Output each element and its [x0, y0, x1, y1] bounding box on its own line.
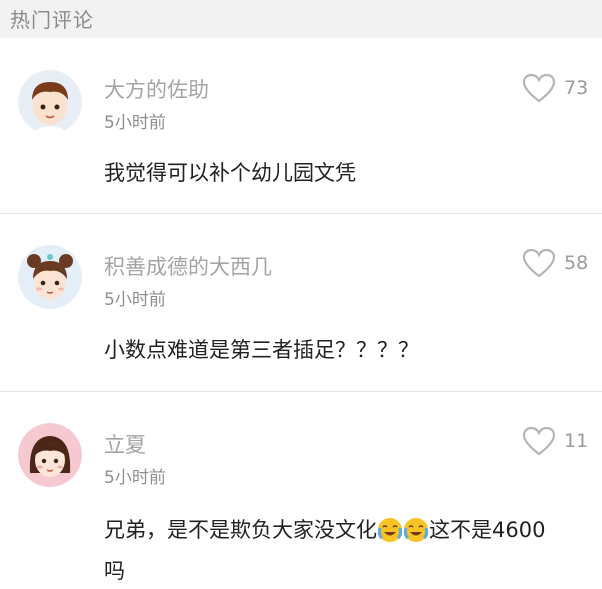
like-button[interactable]: 11 — [522, 423, 588, 459]
comment-item: 大方的佐助 5小时前 我觉得可以补个幼儿园文凭 73 — [0, 38, 602, 214]
crying-laughing-icon — [377, 517, 403, 554]
timestamp: 5小时前 — [104, 290, 166, 310]
crying-laughing-icon — [403, 517, 429, 554]
comment-text-part: 吗 — [104, 559, 125, 583]
like-count: 11 — [564, 430, 589, 452]
like-count: 73 — [564, 77, 589, 99]
comment-item: 积善成德的大西几 5小时前 小数点难道是第三者插足？？？？ 58 — [0, 213, 602, 392]
section-header: 热门评论 — [0, 0, 602, 38]
heart-icon — [522, 73, 556, 103]
comment-text-part: 兄弟，是不是欺负大家没文化 — [104, 518, 377, 542]
heart-icon — [522, 248, 556, 278]
like-button[interactable]: 73 — [522, 70, 588, 106]
comment-text: 兄弟，是不是欺负大家没文化 这不是4600 吗 — [104, 513, 590, 589]
comment-text-part: 这不是4600 — [429, 518, 546, 542]
avatar[interactable] — [18, 70, 82, 134]
timestamp: 5小时前 — [104, 113, 166, 133]
heart-icon — [522, 426, 556, 456]
avatar[interactable] — [18, 245, 82, 309]
comment-text: 小数点难道是第三者插足？？？？ — [104, 338, 419, 362]
avatar[interactable] — [18, 423, 82, 487]
comment-text: 我觉得可以补个幼儿园文凭 — [104, 161, 356, 185]
username[interactable]: 大方的佐助 — [104, 74, 209, 104]
username[interactable]: 积善成德的大西几 — [104, 251, 272, 281]
comment-item: 立夏 5小时前 兄弟，是不是欺负大家没文化 这不是4600 吗 11 — [0, 391, 602, 583]
timestamp: 5小时前 — [104, 468, 166, 488]
like-button[interactable]: 58 — [522, 245, 588, 281]
section-title: 热门评论 — [10, 8, 94, 32]
like-count: 58 — [564, 252, 589, 274]
username[interactable]: 立夏 — [104, 429, 146, 459]
